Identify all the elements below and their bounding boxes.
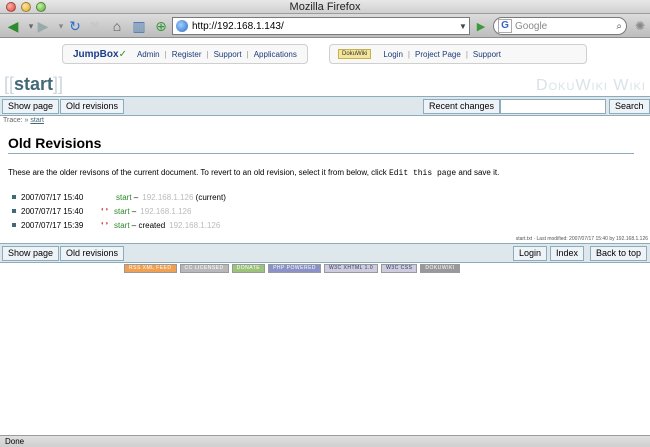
- revision-item: 2007/07/17 15:39 ◐◑ start – created 192.…: [8, 218, 634, 232]
- home-icon[interactable]: ⌂: [108, 17, 126, 35]
- app-login-link[interactable]: Login: [383, 50, 403, 59]
- wiki-header: [[start]] DokuWiki Wiki: [0, 72, 650, 96]
- search-placeholder[interactable]: Google: [515, 21, 547, 32]
- project-page-link[interactable]: Project Page: [415, 50, 461, 59]
- new-tab-icon[interactable]: ⊕: [152, 17, 170, 35]
- footer-badges: RSS XML FEED CC LICENSED DONATE PHP POWE…: [124, 264, 460, 273]
- diff-icon[interactable]: ◐◑: [101, 207, 113, 215]
- search-magnifier-icon[interactable]: ⌕: [616, 21, 622, 32]
- revision-ip: 192.168.1.126: [142, 192, 194, 202]
- bookmarks-icon[interactable]: ▥: [130, 17, 148, 35]
- stop-icon[interactable]: ✖: [86, 17, 104, 35]
- bottom-show-page-button[interactable]: Show page: [2, 246, 60, 261]
- url-bar[interactable]: http://192.168.1.143/ ▼: [172, 17, 470, 35]
- wiki-search-button[interactable]: Search: [609, 99, 650, 114]
- bullet-icon: [12, 195, 16, 199]
- login-button[interactable]: Login: [513, 246, 548, 261]
- window-titlebar: Mozilla Firefox: [0, 0, 650, 14]
- close-window-button[interactable]: [6, 2, 16, 12]
- window-title: Mozilla Firefox: [289, 1, 361, 13]
- intro-text: These are the older revisons of the curr…: [8, 168, 500, 178]
- css-badge[interactable]: W3C CSS: [381, 264, 418, 273]
- jumpbox-applications-link[interactable]: Applications: [254, 50, 297, 59]
- edit-page-code: Edit this page: [388, 169, 457, 178]
- jumpbox-nav: JumpBox✓ Admin | Register | Support | Ap…: [62, 44, 308, 64]
- show-page-button[interactable]: Show page: [2, 99, 60, 114]
- revision-page-link[interactable]: start: [114, 221, 130, 230]
- back-to-top-button[interactable]: Back to top: [590, 246, 648, 261]
- diff-icon[interactable]: ◐◑: [101, 221, 113, 229]
- site-globe-icon: [176, 20, 188, 32]
- breadcrumb-start-link[interactable]: start: [30, 117, 44, 124]
- throbber-icon: ✺: [634, 19, 646, 33]
- app-support-link[interactable]: Support: [473, 50, 501, 59]
- revision-date: 2007/07/17 15:39: [21, 220, 84, 230]
- minimize-window-button[interactable]: [21, 2, 31, 12]
- back-arrow-icon[interactable]: ◀: [4, 17, 22, 35]
- browser-toolbar: ◀ ▾ ▶ ▾ ↻ ✖ ⌂ ▥ ⊕ http://192.168.1.143/ …: [0, 14, 650, 38]
- php-badge[interactable]: PHP POWERED: [268, 264, 322, 273]
- bottom-old-revisions-button[interactable]: Old revisions: [60, 246, 125, 261]
- page-heading: Old Revisions: [8, 135, 634, 154]
- revisions-list: 2007/07/17 15:40 start – 192.168.1.126 (…: [8, 190, 634, 232]
- bullet-icon: [12, 209, 16, 213]
- revision-item: 2007/07/17 15:40 ◐◑ start – 192.168.1.12…: [8, 204, 634, 218]
- jumpbox-register-link[interactable]: Register: [172, 50, 202, 59]
- donate-badge[interactable]: DONATE: [231, 264, 266, 273]
- page-name[interactable]: [[start]]: [4, 74, 63, 95]
- dokuwiki-badge[interactable]: DokuWiki: [338, 49, 372, 59]
- url-text[interactable]: http://192.168.1.143/: [192, 21, 284, 32]
- forward-arrow-icon[interactable]: ▶: [34, 17, 52, 35]
- wiki-search-input[interactable]: [500, 99, 606, 114]
- zoom-window-button[interactable]: [36, 2, 46, 12]
- jumpbox-admin-link[interactable]: Admin: [137, 50, 160, 59]
- bullet-icon: [12, 223, 16, 227]
- index-button[interactable]: Index: [550, 246, 585, 261]
- bottom-action-bar: Show page Old revisions Login Index Back…: [0, 243, 650, 263]
- revision-page-link[interactable]: start: [116, 193, 132, 202]
- google-icon[interactable]: G: [498, 19, 512, 33]
- old-revisions-button[interactable]: Old revisions: [60, 99, 125, 114]
- page-content: Old Revisions These are the older reviso…: [8, 127, 634, 232]
- top-action-bar: Show page Old revisions Recent changes S…: [0, 96, 650, 116]
- revision-date: 2007/07/17 15:40: [21, 192, 84, 202]
- xhtml-badge[interactable]: W3C XHTML 1.0: [324, 264, 379, 273]
- reload-icon[interactable]: ↻: [66, 17, 84, 35]
- revision-item: 2007/07/17 15:40 start – 192.168.1.126 (…: [8, 190, 634, 204]
- breadcrumb: Trace: » start: [3, 117, 44, 124]
- jumpbox-logo[interactable]: JumpBox✓: [73, 49, 127, 60]
- app-nav: DokuWiki Login | Project Page | Support: [329, 44, 587, 64]
- revision-ip: 192.168.1.126: [140, 206, 192, 216]
- url-dropdown-icon[interactable]: ▼: [457, 22, 469, 31]
- jumpbox-support-link[interactable]: Support: [214, 50, 242, 59]
- recent-changes-button[interactable]: Recent changes: [423, 99, 501, 114]
- site-title[interactable]: DokuWiki Wiki: [536, 77, 646, 95]
- web-search-box[interactable]: G Google ⌕: [493, 17, 627, 35]
- rss-badge[interactable]: RSS XML FEED: [124, 264, 177, 273]
- last-modified-info: start.txt · Last modified: 2007/07/17 15…: [515, 236, 648, 242]
- go-arrow-icon[interactable]: ▶: [472, 17, 490, 35]
- revision-note: (current): [195, 192, 226, 202]
- dokuwiki-footer-badge[interactable]: DOKUWIKI: [420, 264, 460, 273]
- revision-date: 2007/07/17 15:40: [21, 206, 84, 216]
- jumpbox-header: JumpBox✓ Admin | Register | Support | Ap…: [0, 39, 650, 71]
- revision-ip: 192.168.1.126: [169, 220, 221, 230]
- status-bar: Done: [0, 435, 650, 447]
- revision-page-link[interactable]: start: [114, 207, 130, 216]
- cc-badge[interactable]: CC LICENSED: [179, 264, 229, 273]
